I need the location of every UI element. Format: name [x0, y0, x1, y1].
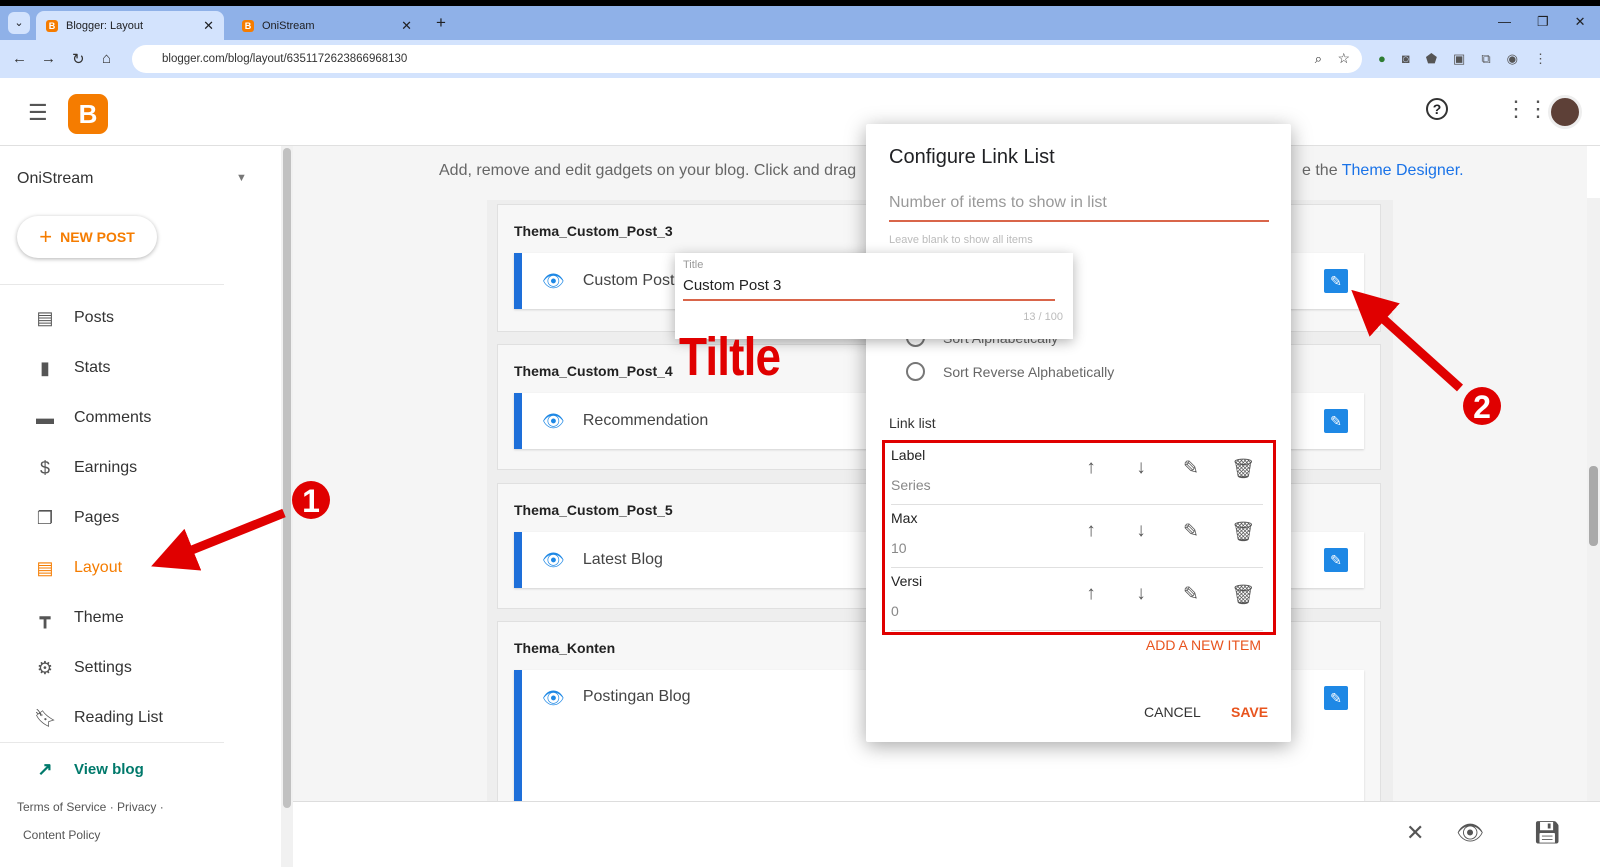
- step-2-label: 2: [1473, 389, 1491, 425]
- arrow-to-edit: [1351, 289, 1464, 392]
- step-1-label: 1: [302, 483, 320, 519]
- arrow-to-layout: [151, 508, 286, 571]
- annotation-arrows: 1 2: [151, 289, 1501, 571]
